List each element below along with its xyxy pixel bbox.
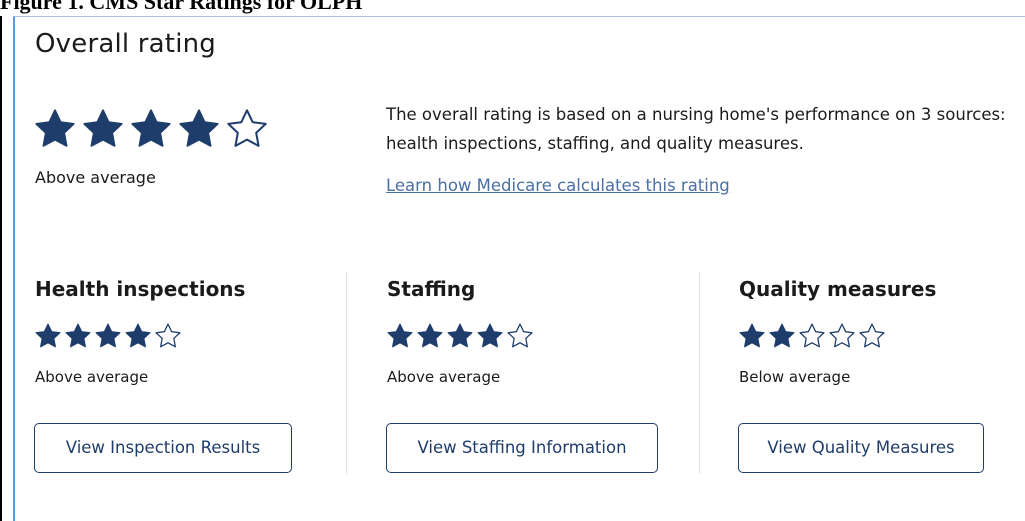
overall-star-rating bbox=[33, 107, 273, 151]
star-filled-icon bbox=[477, 323, 503, 348]
overall-rating-description: The overall rating is based on a nursing… bbox=[386, 105, 1006, 153]
star-filled-icon bbox=[739, 323, 765, 348]
star-filled-icon bbox=[35, 323, 61, 348]
column-divider bbox=[699, 272, 700, 474]
star-outline-icon bbox=[799, 323, 825, 348]
staffing-star-rating bbox=[386, 322, 536, 350]
star-filled-icon bbox=[131, 109, 171, 147]
star-filled-icon bbox=[65, 323, 91, 348]
staffing-rating-label: Above average bbox=[387, 368, 501, 386]
star-filled-icon bbox=[417, 323, 443, 348]
star-filled-icon bbox=[447, 323, 473, 348]
learn-how-rating-calculated-link[interactable]: Learn how Medicare calculates this ratin… bbox=[386, 175, 730, 197]
health-inspections-title: Health inspections bbox=[35, 277, 246, 301]
star-outline-icon bbox=[155, 323, 181, 348]
star-outline-icon bbox=[227, 109, 267, 147]
star-outline-icon bbox=[859, 323, 885, 348]
star-outline-icon bbox=[829, 323, 855, 348]
star-outline-icon bbox=[507, 323, 533, 348]
figure-caption: Figure 1. CMS Star Ratings for OLPH bbox=[0, 0, 363, 14]
health-inspections-rating-label: Above average bbox=[35, 368, 149, 386]
star-filled-icon bbox=[125, 323, 151, 348]
overall-rating-label: Above average bbox=[35, 168, 156, 187]
view-staffing-information-button[interactable]: View Staffing Information bbox=[386, 423, 658, 473]
quality-measures-star-rating bbox=[738, 322, 888, 350]
star-filled-icon bbox=[35, 109, 75, 147]
star-filled-icon bbox=[387, 323, 413, 348]
view-quality-measures-button[interactable]: View Quality Measures bbox=[738, 423, 984, 473]
column-divider bbox=[346, 272, 347, 474]
view-inspection-results-button[interactable]: View Inspection Results bbox=[34, 423, 292, 473]
overall-rating-title: Overall rating bbox=[35, 29, 217, 59]
quality-measures-rating-label: Below average bbox=[739, 368, 851, 386]
quality-measures-title: Quality measures bbox=[739, 277, 937, 301]
star-filled-icon bbox=[95, 323, 121, 348]
left-border bbox=[0, 16, 2, 521]
health-inspections-star-rating bbox=[34, 322, 184, 350]
star-filled-icon bbox=[83, 109, 123, 147]
staffing-title: Staffing bbox=[387, 277, 476, 301]
star-filled-icon bbox=[769, 323, 795, 348]
star-filled-icon bbox=[179, 109, 219, 147]
